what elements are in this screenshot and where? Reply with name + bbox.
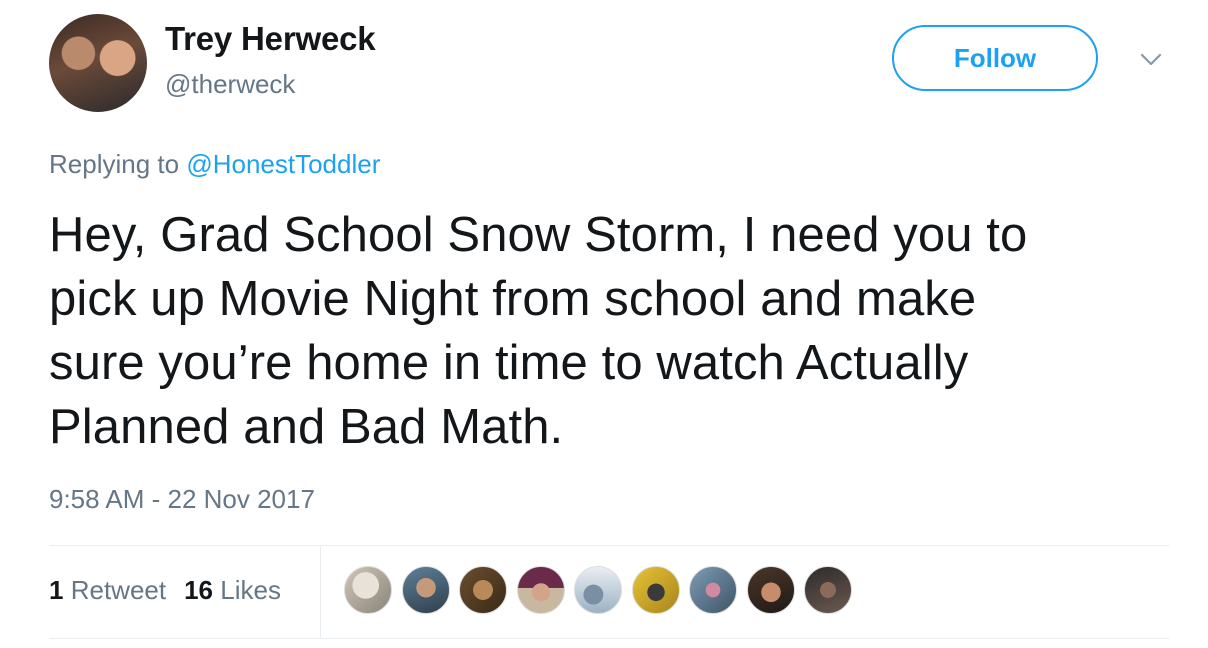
replying-prefix: Replying to (49, 149, 187, 179)
liker-avatar-3[interactable] (459, 566, 507, 614)
retweet-stat[interactable]: 1 Retweet (49, 575, 166, 605)
liker-avatar-1[interactable] (344, 566, 392, 614)
liker-avatar-7[interactable] (689, 566, 737, 614)
divider (49, 638, 1169, 639)
author-handle[interactable]: @therweck (165, 69, 295, 100)
like-stat[interactable]: 16 Likes (184, 575, 281, 605)
tweet-text: Hey, Grad School Snow Storm, I need you … (49, 203, 1169, 459)
liker-avatars (344, 566, 862, 616)
liker-avatar-4[interactable] (516, 566, 565, 614)
tweet-stats: 1 Retweet 16 Likes (49, 575, 281, 606)
author-name[interactable]: Trey Herweck (165, 20, 376, 58)
tweet-text-line: Planned and Bad Math. (49, 400, 564, 454)
liker-avatar-9[interactable] (804, 566, 852, 614)
liker-avatar-2[interactable] (401, 566, 450, 614)
divider (49, 545, 1169, 546)
chevron-down-icon[interactable] (1140, 52, 1162, 68)
follow-button[interactable]: Follow (892, 25, 1098, 91)
replying-to: Replying to @HonestToddler (49, 149, 380, 180)
like-label: Likes (220, 575, 281, 605)
tweet-text-line: sure you’re home in time to watch Actual… (49, 336, 969, 390)
tweet-text-line: Hey, Grad School Snow Storm, I need you … (49, 208, 1028, 262)
retweet-label: Retweet (70, 575, 167, 605)
tweet-timestamp[interactable]: 9:58 AM - 22 Nov 2017 (49, 484, 315, 515)
like-count: 16 (184, 575, 214, 605)
tweet-text-line: pick up Movie Night from school and make (49, 272, 977, 326)
retweet-count: 1 (49, 575, 64, 605)
liker-avatar-6[interactable] (631, 566, 680, 614)
liker-avatar-5[interactable] (574, 566, 622, 614)
liker-avatar-8[interactable] (746, 566, 795, 614)
author-avatar[interactable] (49, 14, 147, 112)
reply-mention-link[interactable]: @HonestToddler (186, 149, 380, 179)
stats-divider (320, 546, 321, 638)
